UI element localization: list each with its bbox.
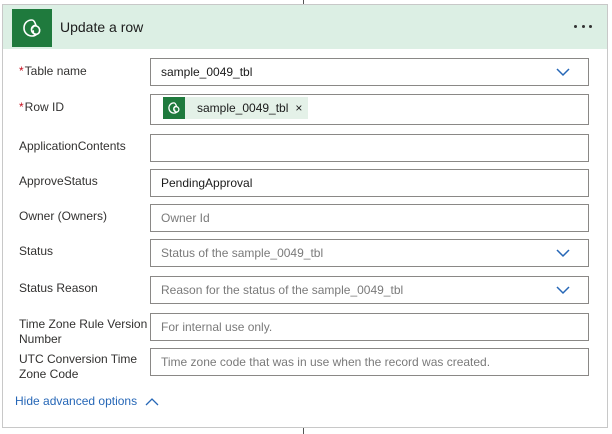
chevron-down-icon: [556, 68, 570, 77]
status-reason-label: Status Reason: [19, 281, 98, 295]
time-zone-rule-label: Time Zone Rule Version Number: [19, 317, 148, 346]
status-reason-placeholder: Reason for the status of the sample_0049…: [161, 283, 404, 297]
row-id-token[interactable]: sample_0049_tbl ×: [163, 97, 309, 119]
required-marker: *: [19, 100, 24, 114]
owner-input[interactable]: Owner Id: [150, 204, 589, 232]
status-label: Status: [19, 244, 54, 258]
card-title: Update a row: [60, 19, 144, 35]
utc-conversion-label: UTC Conversion Time Zone Code: [19, 352, 138, 381]
table-name-label: *Table name: [19, 64, 87, 78]
status-reason-select[interactable]: Reason for the status of the sample_0049…: [150, 276, 589, 304]
application-contents-input[interactable]: [150, 134, 589, 162]
status-placeholder: Status of the sample_0049_tbl: [161, 246, 324, 260]
ellipsis-icon: [574, 24, 577, 28]
remove-token-button[interactable]: ×: [295, 97, 302, 119]
owner-label: Owner (Owners): [19, 209, 108, 223]
flow-connector-bottom: [303, 428, 304, 434]
card-header[interactable]: Update a row: [3, 5, 607, 49]
approve-status-label: ApproveStatus: [19, 174, 98, 188]
application-contents-label: ApplicationContents: [19, 139, 126, 153]
approve-status-input[interactable]: PendingApproval: [150, 169, 589, 197]
chevron-down-icon: [556, 249, 570, 258]
table-name-select[interactable]: sample_0049_tbl: [150, 58, 589, 86]
hide-advanced-options-link[interactable]: Hide advanced options: [15, 394, 159, 408]
table-name-value: sample_0049_tbl: [161, 65, 253, 79]
dataverse-logo-icon: [12, 9, 52, 47]
required-marker: *: [19, 64, 24, 78]
more-options-button[interactable]: [569, 15, 597, 37]
row-id-field[interactable]: sample_0049_tbl ×: [150, 94, 589, 125]
row-id-label: *Row ID: [19, 100, 65, 114]
chevron-up-icon: [145, 397, 159, 405]
utc-conversion-input[interactable]: Time zone code that was in use when the …: [150, 348, 589, 376]
status-select[interactable]: Status of the sample_0049_tbl: [150, 239, 589, 267]
time-zone-rule-input[interactable]: For internal use only.: [150, 313, 589, 341]
chevron-down-icon: [556, 286, 570, 295]
row-id-token-label: sample_0049_tbl: [197, 101, 289, 115]
dataverse-logo-icon: [163, 97, 185, 119]
action-card: Update a row *Table name sample_0049_tbl…: [2, 4, 608, 428]
